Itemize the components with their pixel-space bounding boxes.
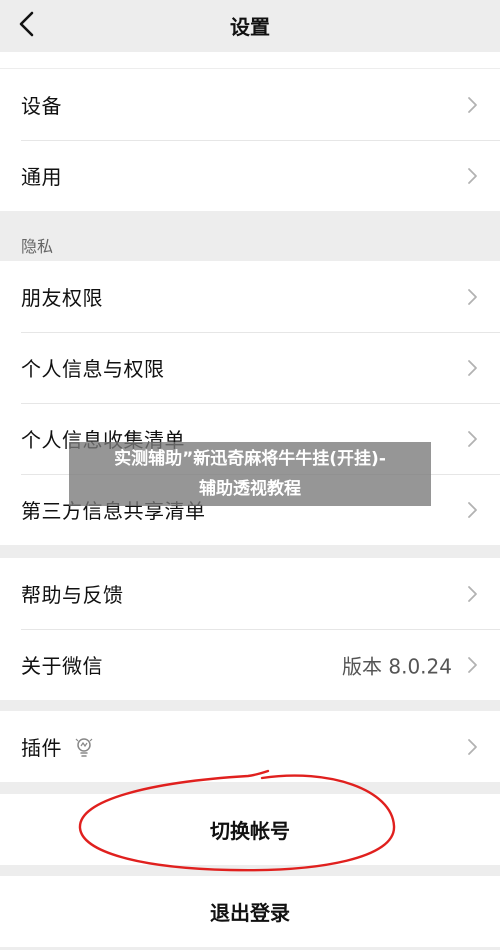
settings-item-friend-permissions[interactable]: 朋友权限 xyxy=(0,261,500,332)
chevron-right-icon xyxy=(468,656,477,673)
chevron-right-icon xyxy=(468,96,477,113)
chevron-right-icon xyxy=(468,359,477,376)
item-label: 插件 xyxy=(21,736,62,760)
overlay-line-1: 实测辅助”新迅奇麻将牛牛挂(开挂)- xyxy=(114,449,386,469)
general-group: 设备 通用 xyxy=(0,69,500,211)
settings-item-devices[interactable]: 设备 xyxy=(0,69,500,140)
settings-item-plugins[interactable]: 插件 xyxy=(0,711,500,782)
lightbulb-icon xyxy=(75,737,93,757)
settings-item-general[interactable]: 通用 xyxy=(0,140,500,211)
top-card-remnant xyxy=(0,52,500,68)
settings-item-help-feedback[interactable]: 帮助与反馈 xyxy=(0,558,500,629)
chevron-right-icon xyxy=(468,167,477,184)
chevron-right-icon xyxy=(468,430,477,447)
logout-label: 退出登录 xyxy=(210,901,290,925)
chevron-right-icon xyxy=(468,288,477,305)
switch-account-label: 切换帐号 xyxy=(210,819,290,843)
logout-button[interactable]: 退出登录 xyxy=(0,876,500,947)
item-label: 设备 xyxy=(21,94,62,118)
chevron-right-icon xyxy=(468,501,477,518)
item-label: 帮助与反馈 xyxy=(21,583,124,607)
settings-item-personal-info-permissions[interactable]: 个人信息与权限 xyxy=(0,332,500,403)
overlay-caption: 实测辅助”新迅奇麻将牛牛挂(开挂)- 辅助透视教程 xyxy=(69,442,431,506)
item-label: 关于微信 xyxy=(21,654,103,678)
item-label: 通用 xyxy=(21,165,62,189)
item-label: 个人信息与权限 xyxy=(21,357,165,381)
plugins-group: 插件 xyxy=(0,711,500,782)
switch-account-group: 切换帐号 xyxy=(0,794,500,865)
chevron-right-icon xyxy=(468,738,477,755)
item-label: 朋友权限 xyxy=(21,286,103,310)
overlay-line-2: 辅助透视教程 xyxy=(199,479,301,499)
settings-item-about-wechat[interactable]: 关于微信 版本 8.0.24 xyxy=(0,629,500,700)
version-value: 版本 8.0.24 xyxy=(342,654,452,678)
about-group: 帮助与反馈 关于微信 版本 8.0.24 xyxy=(0,558,500,700)
page-title: 设置 xyxy=(230,15,270,39)
privacy-section-title: 隐私 xyxy=(21,237,54,256)
nav-bar: 设置 xyxy=(0,0,500,50)
switch-account-button[interactable]: 切换帐号 xyxy=(0,794,500,865)
logout-group: 退出登录 xyxy=(0,876,500,947)
chevron-right-icon xyxy=(468,585,477,602)
